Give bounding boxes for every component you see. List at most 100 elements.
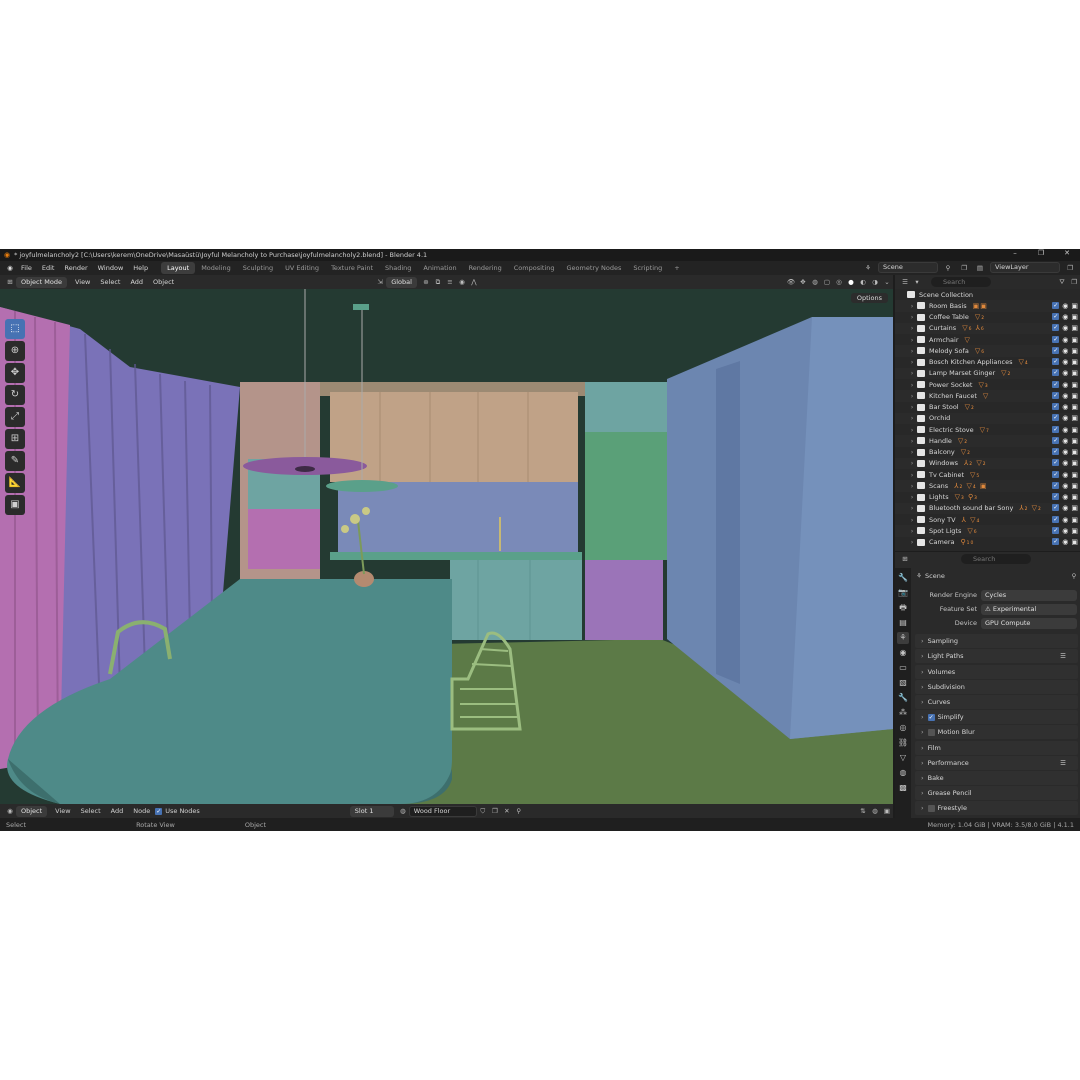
maximize-button[interactable]: ❐	[1028, 249, 1054, 257]
panel-enable-checkbox[interactable]	[927, 728, 935, 736]
eye-icon[interactable]: ◉	[1062, 538, 1068, 546]
outliner-row[interactable]: › Melody Sofa ▽₆ ✓ ◉ ▣	[895, 345, 1080, 357]
camera-icon[interactable]: ▣	[1071, 358, 1078, 366]
exclude-checkbox[interactable]: ✓	[1052, 425, 1060, 433]
constraints-tab-icon[interactable]: ⛓	[897, 737, 909, 749]
data-tab-icon[interactable]: ▽	[897, 752, 909, 764]
overlay-node-icon[interactable]: ◍	[870, 806, 880, 816]
outliner-row[interactable]: › Camera ⚲₁₀ ✓ ◉ ▣	[895, 537, 1080, 548]
exclude-checkbox[interactable]: ✓	[1052, 324, 1060, 332]
eye-icon[interactable]: ◉	[1062, 414, 1068, 422]
tab-compositing[interactable]: Compositing	[508, 262, 561, 274]
panel-sampling[interactable]: › Sampling	[915, 634, 1078, 649]
properties-editor-icon[interactable]: ⊞	[900, 554, 910, 564]
panel-grease-pencil[interactable]: › Grease Pencil	[915, 786, 1078, 801]
panel-presets-icon[interactable]: ☰	[1060, 652, 1066, 660]
cursor-tool-icon[interactable]: ⊕	[5, 341, 25, 361]
panel-enable-checkbox[interactable]	[927, 804, 935, 812]
eye-icon[interactable]: ◉	[1062, 493, 1068, 501]
expand-chevron-icon[interactable]: ›	[907, 302, 917, 310]
outliner-search-input[interactable]: Search	[931, 277, 991, 287]
physics-tab-icon[interactable]: ◎	[897, 722, 909, 734]
view-layer-tab-icon[interactable]: ▤	[897, 617, 909, 629]
tab-rendering[interactable]: Rendering	[463, 262, 508, 274]
scale-tool-icon[interactable]: ⤢	[5, 407, 25, 427]
new-viewlayer-icon[interactable]: ❐	[1065, 263, 1075, 273]
shading-material-icon[interactable]: ◐	[858, 277, 868, 287]
outliner-row[interactable]: › Orchid ✓ ◉ ▣	[895, 412, 1080, 424]
material-icon[interactable]: ◍	[398, 806, 408, 816]
use-nodes-checkbox[interactable]: ✓	[155, 807, 163, 815]
camera-icon[interactable]: ▣	[1071, 414, 1078, 422]
exclude-checkbox[interactable]: ✓	[1052, 538, 1060, 546]
panel-motion-blur[interactable]: › Motion Blur	[915, 725, 1078, 740]
camera-icon[interactable]: ▣	[1071, 482, 1078, 490]
move-tool-icon[interactable]: ✥	[5, 363, 25, 383]
snap-target-icon[interactable]: ≡	[445, 277, 455, 287]
exclude-checkbox[interactable]: ✓	[1052, 313, 1060, 321]
eye-icon[interactable]: ◉	[1062, 403, 1068, 411]
camera-icon[interactable]: ▣	[1071, 437, 1078, 445]
expand-chevron-icon[interactable]: ›	[907, 538, 917, 546]
expand-chevron-icon[interactable]: ›	[907, 426, 917, 434]
outliner-row[interactable]: › Power Socket ▽₃ ✓ ◉ ▣	[895, 379, 1080, 390]
outliner-editor-icon[interactable]: ☰	[900, 277, 910, 287]
tab-uv-editing[interactable]: UV Editing	[279, 262, 325, 274]
exclude-checkbox[interactable]: ✓	[1052, 346, 1060, 354]
snap-node-icon[interactable]: ⇅	[858, 806, 868, 816]
exclude-checkbox[interactable]: ✓	[1052, 380, 1060, 388]
camera-icon[interactable]: ▣	[1071, 392, 1078, 400]
camera-icon[interactable]: ▣	[1071, 527, 1078, 535]
panel-light-paths[interactable]: › Light Paths ☰	[915, 649, 1078, 664]
expand-chevron-icon[interactable]: ›	[907, 516, 917, 524]
camera-icon[interactable]: ▣	[1071, 336, 1078, 344]
camera-icon[interactable]: ▣	[1071, 516, 1078, 524]
shading-wireframe-icon[interactable]: ◎	[834, 277, 844, 287]
expand-chevron-icon[interactable]: ›	[907, 527, 917, 535]
menu-edit[interactable]: Edit	[37, 264, 60, 272]
expand-chevron-icon[interactable]: ›	[907, 313, 917, 321]
proportional-edit-icon[interactable]: ◉	[457, 277, 467, 287]
object-tab-icon[interactable]: ▧	[897, 677, 909, 689]
add-cube-tool-icon[interactable]: ▣	[5, 495, 25, 515]
backdrop-icon[interactable]: ▣	[882, 806, 892, 816]
node-editor-type-icon[interactable]: ◉	[5, 806, 15, 816]
node-menu-add[interactable]: Add	[106, 807, 129, 815]
display-mode-icon[interactable]: ▾	[912, 277, 922, 287]
eye-icon[interactable]: ◉	[1062, 302, 1068, 310]
exclude-checkbox[interactable]: ✓	[1052, 369, 1060, 377]
outliner-row[interactable]: › Spot Ligts ▽₆ ✓ ◉ ▣	[895, 525, 1080, 537]
scene-selector[interactable]: Scene	[878, 262, 938, 273]
render-engine-dropdown[interactable]: Cycles	[981, 589, 1077, 601]
snap-icon[interactable]: ⧉	[433, 277, 443, 287]
exclude-checkbox[interactable]: ✓	[1052, 358, 1060, 366]
exclude-checkbox[interactable]: ✓	[1052, 515, 1060, 523]
particles-tab-icon[interactable]: ⁂	[897, 707, 909, 719]
eye-icon[interactable]: ◉	[1062, 459, 1068, 467]
orientation-dropdown[interactable]: Global	[386, 276, 417, 288]
eye-icon[interactable]: ◉	[1062, 527, 1068, 535]
panel-volumes[interactable]: › Volumes	[915, 664, 1078, 679]
outliner-row[interactable]: › Balcony ▽₂ ✓ ◉ ▣	[895, 447, 1080, 458]
panel-enable-checkbox[interactable]: ✓	[927, 713, 935, 721]
material-name-field[interactable]: Wood Floor	[408, 805, 477, 817]
options-dropdown[interactable]: Options	[850, 293, 888, 303]
eye-icon[interactable]: ◉	[1062, 448, 1068, 456]
panel-performance[interactable]: › Performance ☰	[915, 755, 1078, 770]
shading-solid-icon[interactable]: ●	[846, 277, 856, 287]
eye-icon[interactable]: ◉	[1062, 313, 1068, 321]
panel-curves[interactable]: › Curves	[915, 694, 1078, 709]
panel-subdivision[interactable]: › Subdivision	[915, 679, 1078, 694]
camera-icon[interactable]: ▣	[1071, 403, 1078, 411]
exclude-checkbox[interactable]: ✓	[1052, 301, 1060, 309]
slot-dropdown[interactable]: Slot 1	[349, 805, 394, 817]
pin-icon[interactable]: ⚲	[943, 263, 953, 273]
editor-type-icon[interactable]: ⊞	[5, 277, 15, 287]
node-menu-select[interactable]: Select	[76, 807, 106, 815]
eye-icon[interactable]: ◉	[1062, 392, 1068, 400]
viewport-menu-object[interactable]: Object	[148, 278, 179, 286]
outliner-row[interactable]: › Sony TV ⅄ ▽₄ ✓ ◉ ▣	[895, 514, 1080, 525]
expand-chevron-icon[interactable]: ›	[907, 471, 917, 479]
pivot-icon[interactable]: ⊛	[421, 277, 431, 287]
outliner-row[interactable]: › Lamp Marset Ginger ▽₂ ✓ ◉ ▣	[895, 367, 1080, 379]
